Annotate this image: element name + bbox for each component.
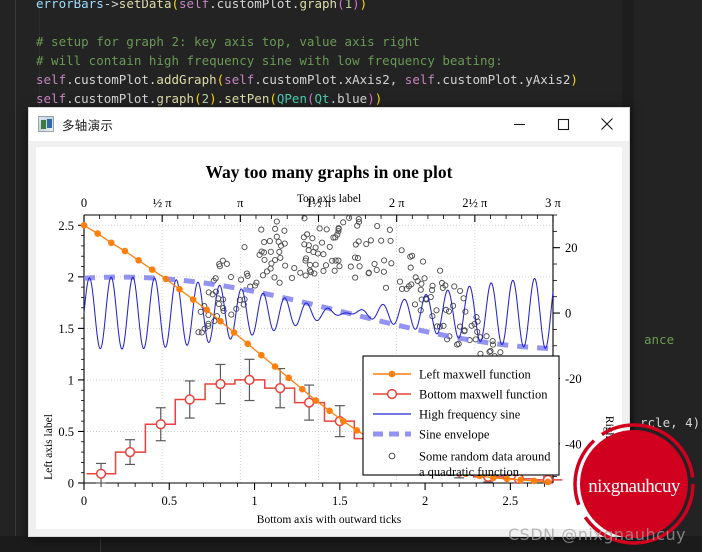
svg-text:1.5: 1.5 xyxy=(58,322,74,336)
svg-text:½ π: ½ π xyxy=(153,196,173,210)
status-bar xyxy=(0,536,702,552)
editor-gutter-divider xyxy=(15,0,16,552)
svg-text:π: π xyxy=(237,196,244,210)
window-titlebar[interactable]: 多轴演示 xyxy=(29,108,629,141)
window-client-area: Way too many graphs in one plot Top axis… xyxy=(29,141,629,536)
top-axis-ticks: 0 ½ π π 1½ π 2 π 2½ π 3 π xyxy=(81,196,562,222)
left-axis-ticks: 0 0.5 1 1.5 2 2.5 xyxy=(58,219,84,491)
bottom-axis-label: Bottom axis with outward ticks xyxy=(257,514,402,526)
close-icon[interactable] xyxy=(585,108,629,141)
svg-text:0: 0 xyxy=(565,307,571,321)
qcustomplot-widget[interactable]: Way too many graphs in one plot Top axis… xyxy=(36,147,622,529)
window-controls xyxy=(497,108,629,141)
legend-item-label: High frequency sine xyxy=(419,408,521,422)
app-plot-icon xyxy=(38,116,54,132)
plot-canvas[interactable]: Way too many graphs in one plot Top axis… xyxy=(36,147,622,529)
svg-text:2 π: 2 π xyxy=(389,196,405,210)
svg-text:0: 0 xyxy=(81,494,87,508)
svg-text:0.5: 0.5 xyxy=(161,494,177,508)
svg-text:0: 0 xyxy=(68,477,74,491)
svg-text:0: 0 xyxy=(81,196,87,210)
legend-item-label: a quadratic function xyxy=(419,465,520,479)
svg-text:2: 2 xyxy=(68,270,74,284)
svg-text:-40: -40 xyxy=(565,437,582,451)
legend-item-label: Bottom maxwell function xyxy=(419,388,548,402)
svg-text:2.5: 2.5 xyxy=(58,219,74,233)
svg-text:3 π: 3 π xyxy=(545,196,561,210)
plot-title: Way too many graphs in one plot xyxy=(206,162,453,182)
code-editor-right-column: ance rcle, 4)) xyxy=(622,0,702,552)
legend-item-label: Left maxwell function xyxy=(419,368,532,382)
window-title: 多轴演示 xyxy=(62,117,114,133)
svg-text:20: 20 xyxy=(565,241,578,255)
maximize-icon[interactable] xyxy=(541,108,585,141)
bottom-axis-ticks: 0 0.5 1 1.5 2 2.5 xyxy=(81,483,545,508)
svg-text:1: 1 xyxy=(68,373,74,387)
svg-text:1: 1 xyxy=(251,494,257,508)
svg-text:0.5: 0.5 xyxy=(58,425,74,439)
svg-text:2: 2 xyxy=(422,494,428,508)
left-axis-label: Left axis label xyxy=(43,414,55,480)
svg-text:1.5: 1.5 xyxy=(332,494,348,508)
legend-item-label: Some random data around xyxy=(419,450,551,464)
screen: errorBars->setData(self.customPlot.graph… xyxy=(0,0,702,552)
application-window: 多轴演示 Way too many graphs in one plot Top… xyxy=(28,107,630,537)
status-bar-separator xyxy=(100,538,101,552)
svg-text:1½ π: 1½ π xyxy=(306,196,332,210)
legend-item-label: Sine envelope xyxy=(419,428,490,442)
svg-text:-20: -20 xyxy=(565,372,582,386)
plot-legend[interactable]: Left maxwell function Bottom maxwell func… xyxy=(362,355,560,479)
right-axis-label: Right axis label xyxy=(603,416,615,488)
svg-text:2½ π: 2½ π xyxy=(462,196,488,210)
minimize-icon[interactable] xyxy=(497,108,541,141)
svg-text:2.5: 2.5 xyxy=(503,494,519,508)
